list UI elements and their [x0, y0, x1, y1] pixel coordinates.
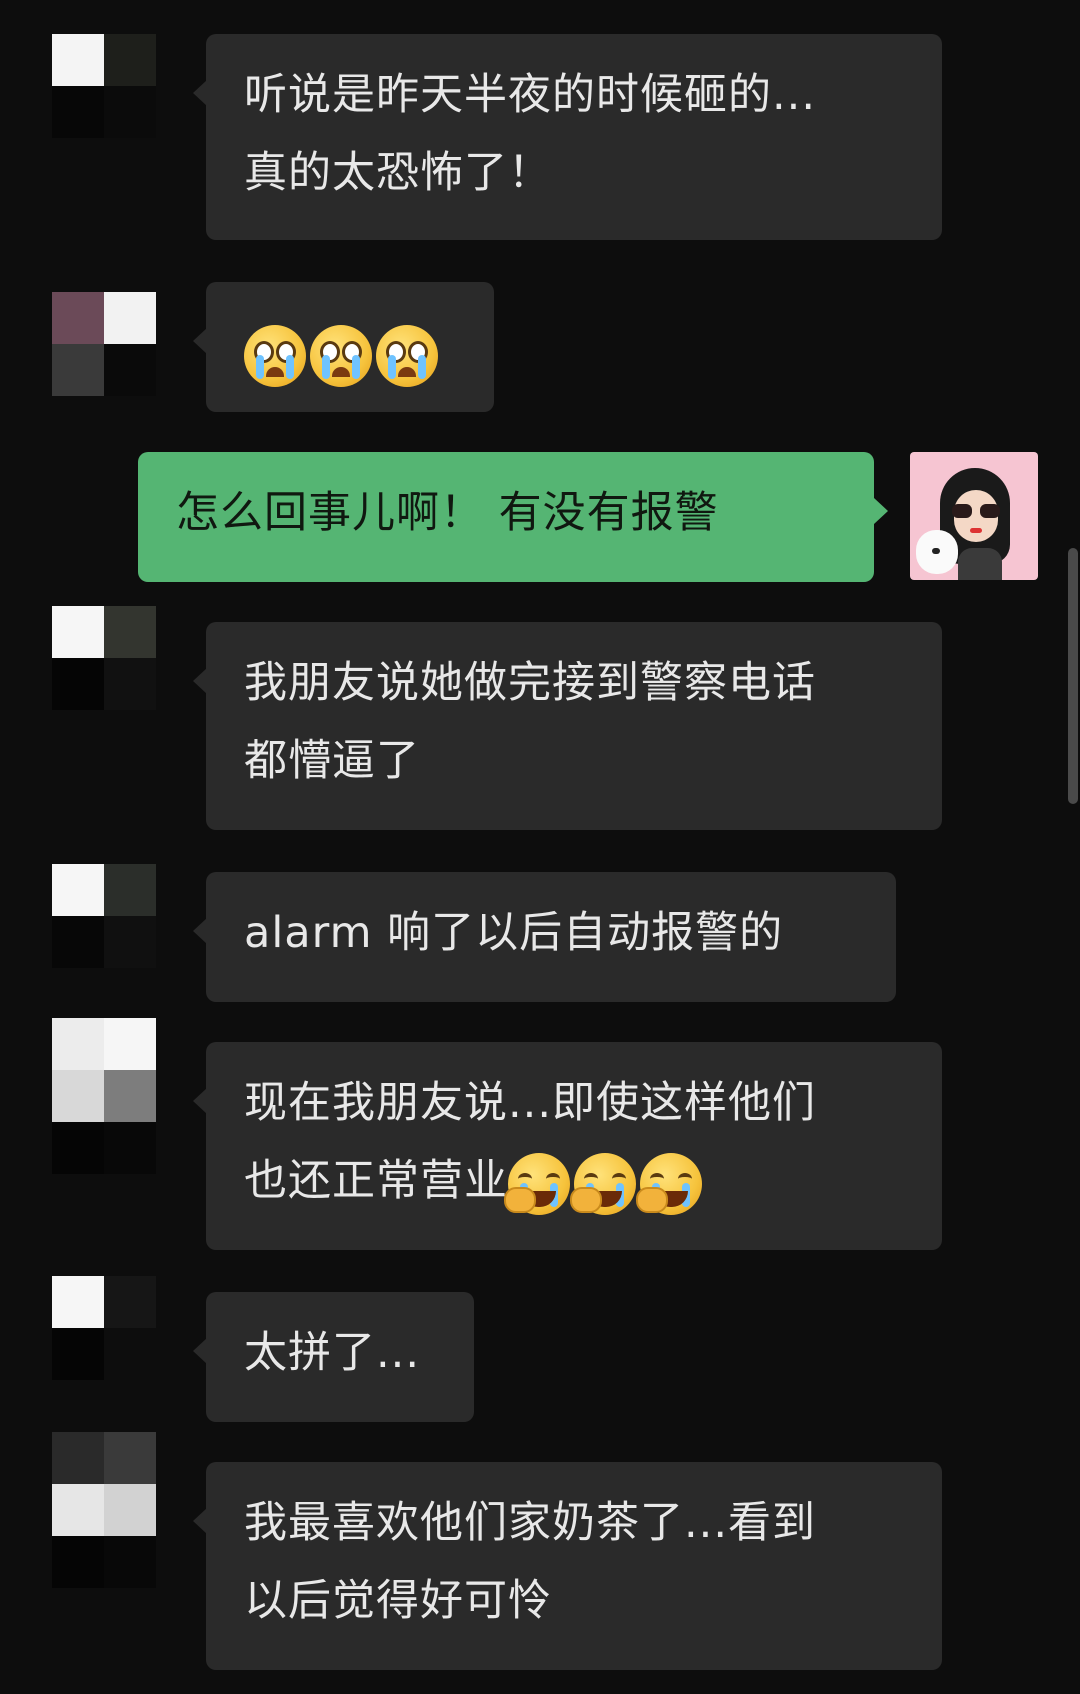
contact-avatar[interactable]: [52, 606, 156, 710]
message-text: 太拼了...: [244, 1328, 421, 1378]
contact-avatar[interactable]: [52, 1432, 156, 1536]
contact-avatar-shadow: [52, 1122, 156, 1174]
crying-face-emoji: [376, 324, 438, 387]
message-text: 听说是昨天半夜的时候砸的...: [244, 70, 817, 120]
laughing-crying-emoji: [636, 1152, 702, 1215]
message-text: 我朋友说她做完接到警察电话: [244, 658, 816, 708]
contact-avatar[interactable]: [52, 1276, 156, 1380]
contact-avatar[interactable]: [52, 864, 156, 968]
message-bubble[interactable]: 现在我朋友说...即使这样他们 也还正常营业: [193, 1042, 942, 1250]
chat-area: 听说是昨天半夜的时候砸的... 真的太恐怖了！ 怎么回事儿啊！ 有没有报警 我朋…: [0, 0, 1080, 1694]
message-bubble[interactable]: 我朋友说她做完接到警察电话 都懵逼了: [193, 622, 942, 830]
crying-face-emoji: [310, 324, 372, 387]
contact-avatar-shadow: [52, 1536, 156, 1588]
my-avatar[interactable]: [910, 452, 1038, 580]
message-text: 怎么回事儿啊！ 有没有报警: [176, 488, 719, 538]
laughing-crying-emoji: [504, 1152, 570, 1215]
crying-face-emoji: [244, 324, 306, 387]
message-text: 现在我朋友说...即使这样他们: [244, 1078, 817, 1128]
contact-avatar[interactable]: [52, 34, 156, 138]
message-bubble[interactable]: alarm 响了以后自动报警的: [193, 872, 896, 1002]
laughing-crying-emoji: [570, 1152, 636, 1215]
message-text: 真的太恐怖了！: [244, 148, 552, 198]
message-text: 也还正常营业: [244, 1156, 508, 1206]
message-text: 以后觉得好可怜: [244, 1576, 552, 1626]
contact-avatar[interactable]: [52, 292, 156, 396]
message-bubble[interactable]: [193, 282, 494, 412]
message-bubble[interactable]: 我最喜欢他们家奶茶了...看到 以后觉得好可怜: [193, 1462, 942, 1670]
message-bubble[interactable]: 太拼了...: [193, 1292, 474, 1422]
scrollbar[interactable]: [1068, 548, 1078, 804]
contact-avatar[interactable]: [52, 1018, 156, 1122]
message-text: 我最喜欢他们家奶茶了...看到: [244, 1498, 817, 1548]
message-line: 也还正常营业: [244, 1142, 904, 1220]
message-text: 都懵逼了: [244, 736, 420, 786]
my-message-bubble[interactable]: 怎么回事儿啊！ 有没有报警: [138, 452, 888, 582]
message-text: alarm 响了以后自动报警的: [244, 908, 784, 958]
message-bubble[interactable]: 听说是昨天半夜的时候砸的... 真的太恐怖了！: [193, 34, 942, 240]
